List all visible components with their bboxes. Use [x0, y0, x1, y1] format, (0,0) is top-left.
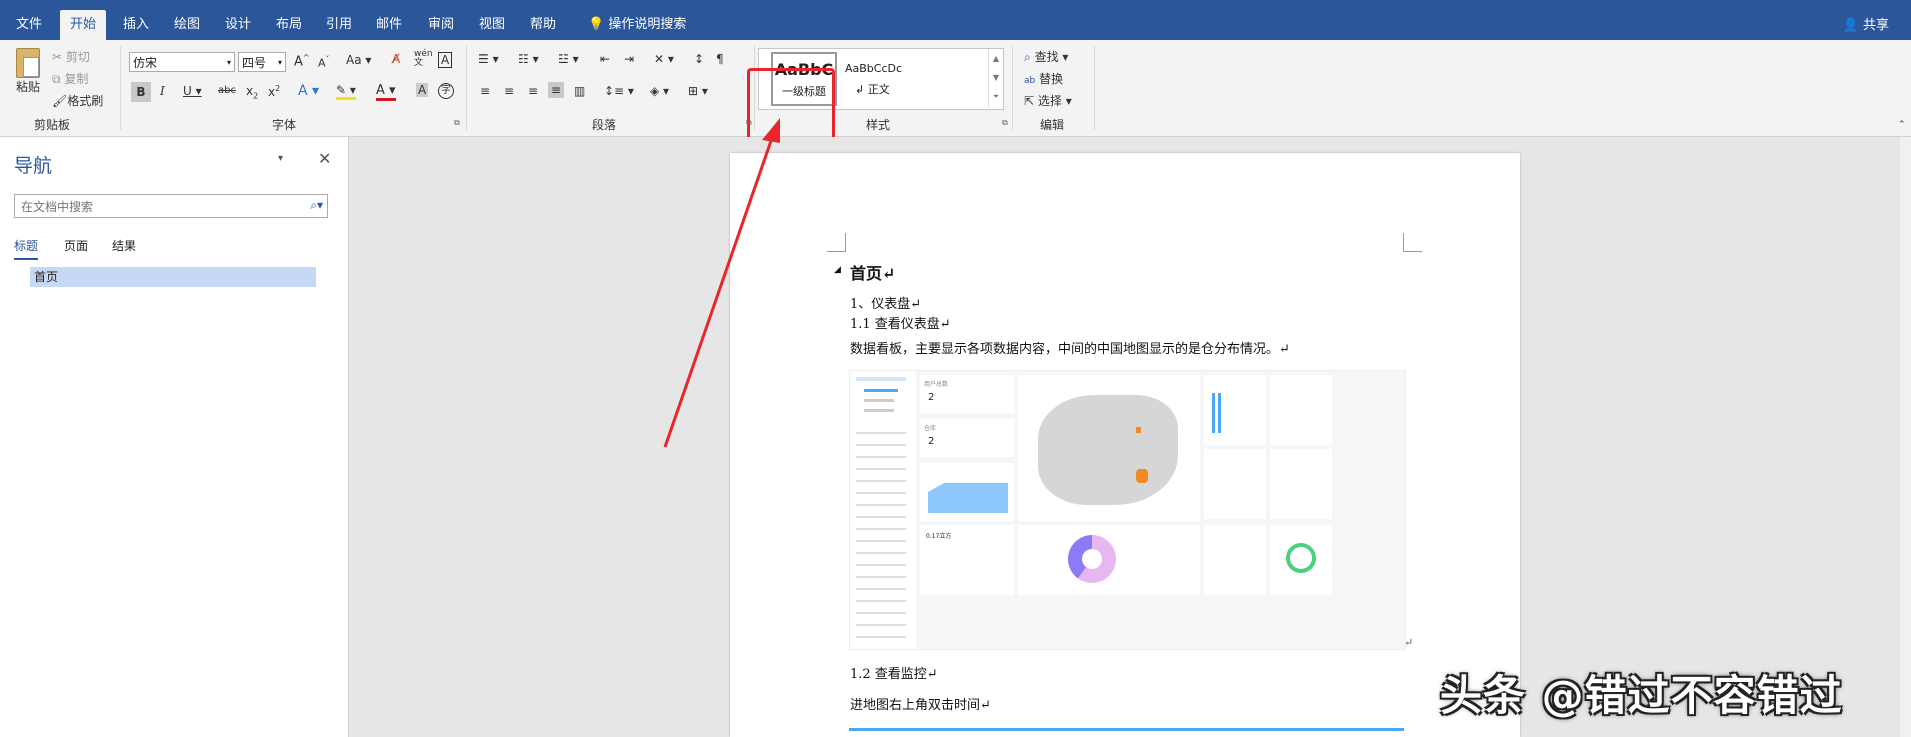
annotation-arrow — [663, 118, 780, 448]
watermark: 头条 @错过不容错过 — [1440, 671, 1843, 720]
vertical-scrollbar[interactable] — [1900, 137, 1911, 737]
